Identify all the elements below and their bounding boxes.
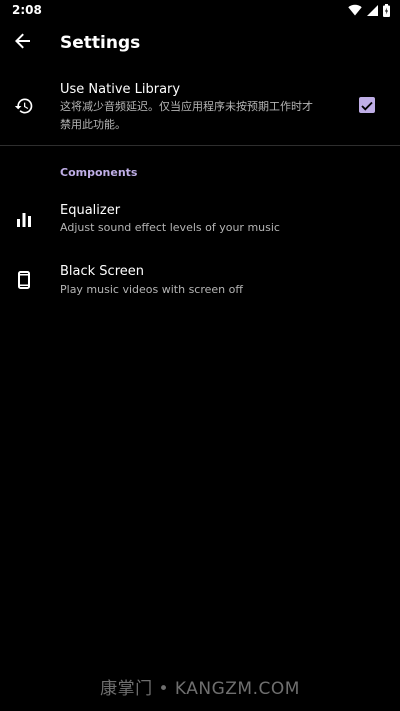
arrow-back-icon — [15, 33, 31, 53]
back-button[interactable] — [10, 30, 36, 56]
app-bar: Settings — [0, 20, 400, 66]
history-icon — [14, 96, 34, 116]
native-library-checkbox[interactable] — [359, 97, 375, 113]
components-category-header: Components — [60, 166, 138, 179]
black-screen-title: Black Screen — [60, 264, 144, 279]
native-library-title: Use Native Library — [60, 82, 181, 97]
battery-icon — [383, 3, 390, 17]
watermark: 康掌门 • KANGZM.COM — [100, 679, 300, 699]
status-icons — [348, 3, 390, 17]
black-screen-summary: Play music videos with screen off — [60, 283, 243, 296]
equalizer-preference[interactable]: Equalizer Adjust sound effect levels of … — [0, 196, 400, 246]
equalizer-title: Equalizer — [60, 203, 121, 218]
native-library-summary-line2: 禁用此功能。 — [60, 118, 126, 131]
status-time: 2:08 — [12, 3, 42, 17]
signal-icon — [367, 4, 378, 16]
phone-icon — [14, 270, 34, 290]
divider — [0, 145, 400, 146]
native-library-preference[interactable]: Use Native Library 这将减少音频延迟。仅当应用程序未按预期工作… — [0, 74, 400, 140]
wifi-icon — [348, 4, 362, 16]
equalizer-icon — [14, 210, 34, 230]
checkmark-icon — [361, 96, 373, 115]
native-library-summary-line1: 这将减少音频延迟。仅当应用程序未按预期工作时才 — [60, 100, 313, 113]
status-bar: 2:08 — [0, 0, 400, 20]
black-screen-preference[interactable]: Black Screen Play music videos with scre… — [0, 257, 400, 307]
page-title: Settings — [60, 33, 141, 53]
equalizer-summary: Adjust sound effect levels of your music — [60, 221, 280, 234]
